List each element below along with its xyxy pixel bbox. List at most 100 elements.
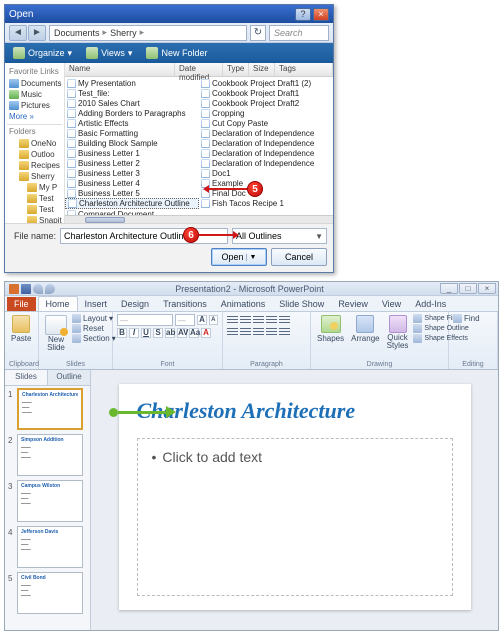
bullets-icon[interactable] bbox=[227, 314, 238, 324]
file-item[interactable]: Final Doc bbox=[199, 188, 333, 198]
ribbon-tab-slide-show[interactable]: Slide Show bbox=[272, 297, 331, 311]
numbering-icon[interactable] bbox=[240, 314, 251, 324]
nav-pictures[interactable]: Pictures bbox=[7, 100, 62, 111]
redo-icon[interactable] bbox=[45, 284, 55, 294]
slide-title[interactable]: Charleston Architecture bbox=[137, 398, 453, 424]
slide-thumbnail[interactable]: Jefferson Davis━━━━━━━━━━━ bbox=[17, 526, 83, 568]
file-item[interactable]: Declaration of Independence bbox=[199, 128, 333, 138]
save-icon[interactable] bbox=[21, 284, 31, 294]
new-slide-button[interactable]: New Slide bbox=[43, 314, 69, 360]
font-color-icon[interactable]: A bbox=[201, 328, 211, 338]
cancel-button[interactable]: Cancel bbox=[271, 248, 327, 266]
powerpoint-icon[interactable] bbox=[9, 284, 19, 294]
ribbon-tab-design[interactable]: Design bbox=[114, 297, 156, 311]
nav-folder[interactable]: Recipes bbox=[17, 160, 62, 171]
nav-folder[interactable]: Test bbox=[25, 193, 62, 204]
nav-folder[interactable]: Outloo bbox=[17, 149, 62, 160]
justify-icon[interactable] bbox=[266, 326, 277, 336]
reset-button[interactable]: Reset bbox=[72, 324, 116, 333]
file-item[interactable]: My Presentation bbox=[65, 78, 199, 88]
shrink-font-icon[interactable]: A bbox=[209, 315, 218, 325]
nav-folder[interactable]: OneNo bbox=[17, 138, 62, 149]
ribbon-tab-animations[interactable]: Animations bbox=[214, 297, 273, 311]
section-button[interactable]: Section ▾ bbox=[72, 334, 116, 343]
ribbon-tab-transitions[interactable]: Transitions bbox=[156, 297, 214, 311]
undo-icon[interactable] bbox=[33, 284, 43, 294]
file-item[interactable]: Cropping bbox=[199, 108, 333, 118]
file-list[interactable]: My PresentationTest_file:2010 Sales Char… bbox=[65, 77, 333, 215]
col-type[interactable]: Type bbox=[223, 63, 249, 76]
file-item[interactable]: Doc1 bbox=[199, 168, 333, 178]
font-family-dropdown[interactable]: ― bbox=[117, 314, 173, 326]
content-placeholder[interactable]: •Click to add text bbox=[137, 438, 453, 596]
nav-documents[interactable]: Documents bbox=[7, 78, 62, 89]
indent-dec-icon[interactable] bbox=[253, 314, 264, 324]
slide-thumbnail[interactable]: Campus Wilston━━━━━━━━━━━ bbox=[17, 480, 83, 522]
nav-folder[interactable]: Sherry bbox=[17, 171, 62, 182]
file-item[interactable]: Test_file: bbox=[65, 88, 199, 98]
slide[interactable]: Charleston Architecture •Click to add te… bbox=[119, 384, 471, 610]
file-filter-dropdown[interactable]: All Outlines▼ bbox=[232, 228, 327, 244]
italic-icon[interactable]: I bbox=[129, 328, 139, 338]
ribbon-tab-insert[interactable]: Insert bbox=[78, 297, 115, 311]
layout-button[interactable]: Layout ▾ bbox=[72, 314, 116, 323]
file-item[interactable]: Business Letter 2 bbox=[65, 158, 199, 168]
file-item[interactable]: Charleston Architecture Outline bbox=[65, 198, 199, 209]
new-folder-button[interactable]: New Folder bbox=[142, 45, 211, 61]
col-name[interactable]: Name bbox=[65, 63, 175, 76]
file-item[interactable]: Business Letter 5 bbox=[65, 188, 199, 198]
shapes-button[interactable]: Shapes bbox=[315, 314, 346, 360]
shadow-icon[interactable]: ab bbox=[165, 328, 175, 338]
file-item[interactable]: Business Letter 3 bbox=[65, 168, 199, 178]
nav-music[interactable]: Music bbox=[7, 89, 62, 100]
file-item[interactable]: Basic Formatting bbox=[65, 128, 199, 138]
bold-icon[interactable]: B bbox=[117, 328, 127, 338]
breadcrumb-part[interactable]: Documents bbox=[54, 28, 100, 38]
file-item[interactable]: Adding Borders to Paragraphs bbox=[65, 108, 199, 118]
organize-menu[interactable]: Organize ▾ bbox=[9, 45, 76, 61]
outline-tab[interactable]: Outline bbox=[48, 370, 90, 385]
nav-folder[interactable]: Test bbox=[25, 204, 62, 215]
ribbon-tab-view[interactable]: View bbox=[375, 297, 408, 311]
nav-folder[interactable]: My P bbox=[25, 182, 62, 193]
file-item[interactable]: Example bbox=[199, 178, 333, 188]
file-item[interactable]: Business Letter 1 bbox=[65, 148, 199, 158]
filename-input[interactable] bbox=[60, 228, 228, 244]
arrange-button[interactable]: Arrange bbox=[349, 314, 381, 360]
align-left-icon[interactable] bbox=[227, 326, 238, 336]
breadcrumb-part[interactable]: Sherry bbox=[110, 28, 137, 38]
col-size[interactable]: Size bbox=[249, 63, 275, 76]
columns-icon[interactable] bbox=[279, 326, 290, 336]
file-item[interactable]: Declaration of Independence bbox=[199, 158, 333, 168]
file-item[interactable]: Compared Document bbox=[65, 209, 199, 215]
quick-styles-button[interactable]: Quick Styles bbox=[385, 314, 411, 360]
ribbon-tab-home[interactable]: Home bbox=[38, 296, 78, 311]
underline-icon[interactable]: U bbox=[141, 328, 151, 338]
scrollbar-thumb[interactable] bbox=[85, 217, 125, 223]
file-item[interactable]: Business Letter 4 bbox=[65, 178, 199, 188]
window-close-button[interactable]: × bbox=[478, 283, 496, 294]
minimize-button[interactable]: _ bbox=[440, 283, 458, 294]
grow-font-icon[interactable]: A bbox=[197, 315, 206, 325]
slide-thumbnail[interactable]: Civil Bond━━━━━━━━━━━ bbox=[17, 572, 83, 614]
refresh-button[interactable]: ↻ bbox=[250, 25, 266, 41]
paste-button[interactable]: Paste bbox=[9, 314, 33, 360]
file-item[interactable]: Declaration of Independence bbox=[199, 148, 333, 158]
help-button[interactable]: ? bbox=[295, 8, 311, 21]
slide-thumbnail[interactable]: Charleston Architecture━━━━━━━━━━━ bbox=[17, 388, 83, 430]
file-item[interactable]: Cut Copy Paste bbox=[199, 118, 333, 128]
slide-thumbnail[interactable]: Simpson Addition━━━━━━━━━━━ bbox=[17, 434, 83, 476]
line-spacing-icon[interactable] bbox=[279, 314, 290, 324]
find-button[interactable]: Find bbox=[453, 314, 480, 323]
open-button[interactable]: Open ▼ bbox=[211, 248, 267, 266]
file-item[interactable]: Cookbook Project Draft2 bbox=[199, 98, 333, 108]
file-item[interactable]: 2010 Sales Chart bbox=[65, 98, 199, 108]
indent-inc-icon[interactable] bbox=[266, 314, 277, 324]
align-right-icon[interactable] bbox=[253, 326, 264, 336]
file-item[interactable]: Artistic Effects bbox=[65, 118, 199, 128]
file-item[interactable]: Building Block Sample bbox=[65, 138, 199, 148]
col-date[interactable]: Date modified bbox=[175, 63, 223, 76]
spacing-icon[interactable]: AV bbox=[177, 328, 187, 338]
align-center-icon[interactable] bbox=[240, 326, 251, 336]
file-item[interactable]: Cookbook Project Draft1 bbox=[199, 88, 333, 98]
